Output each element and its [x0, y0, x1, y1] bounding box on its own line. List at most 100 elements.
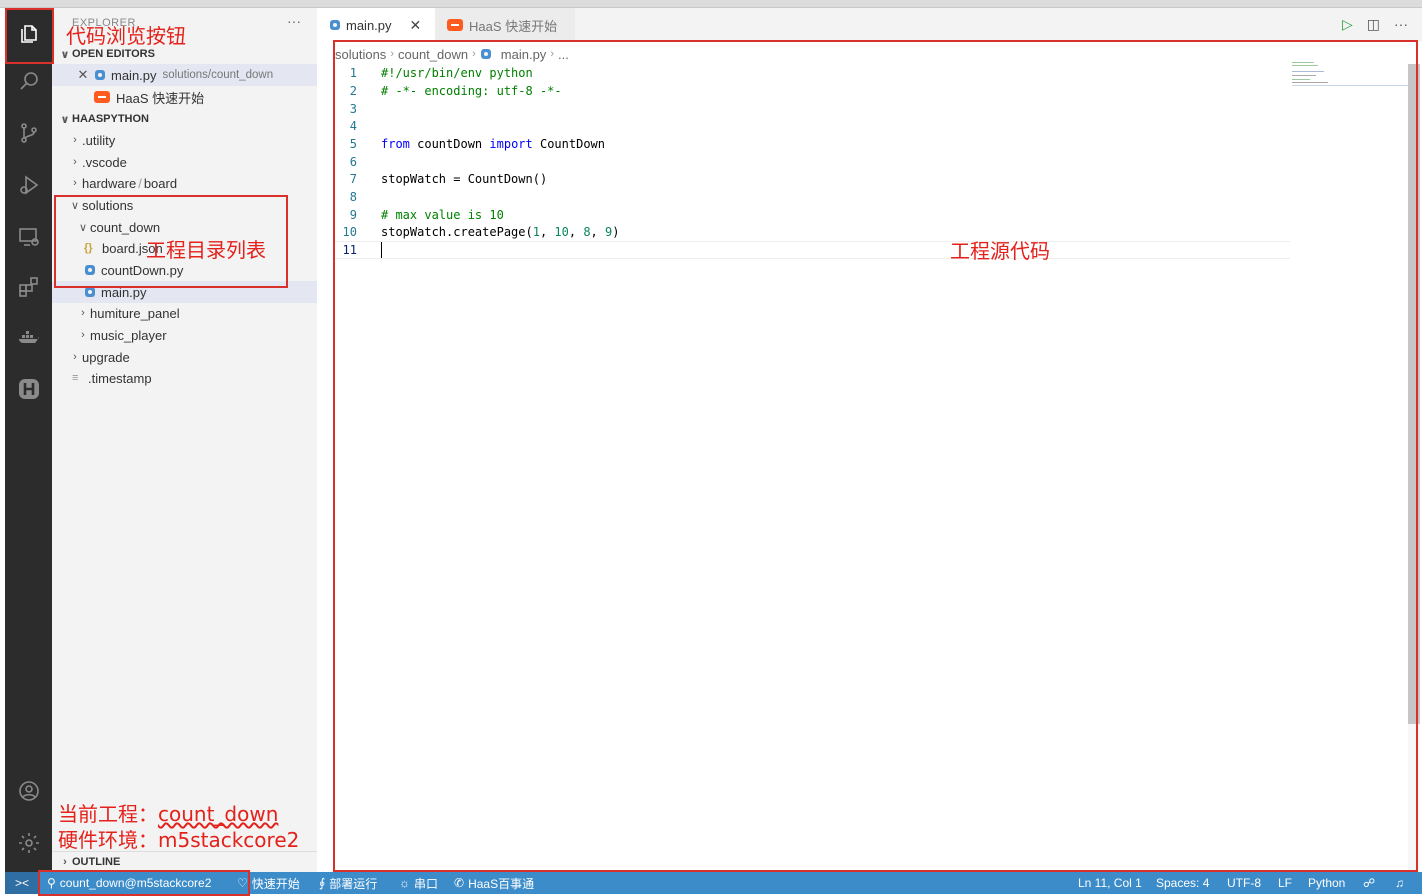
status-cursor-position[interactable]: Ln 11, Col 1: [1078, 872, 1142, 894]
chevron-right-icon: ›: [472, 48, 476, 60]
code-token: CountDown: [532, 137, 605, 151]
json-file-icon: {}: [84, 242, 93, 254]
feedback-icon[interactable]: ☍: [1363, 872, 1375, 894]
status-language[interactable]: Python: [1308, 872, 1345, 894]
annotation-current-project-prefix: 当前工程：: [58, 802, 158, 826]
tree-folder-solutions[interactable]: ∨ solutions: [52, 194, 317, 216]
status-encoding[interactable]: UTF-8: [1227, 872, 1261, 894]
gear-icon: [18, 833, 39, 853]
files-icon: [20, 25, 37, 43]
tree-label-2: board: [143, 175, 178, 191]
window-top-strip: [0, 0, 1422, 8]
tab-main-py[interactable]: main.py ✕: [317, 8, 435, 42]
line-number: 7: [349, 172, 357, 186]
tab-haas-quickstart[interactable]: HaaS 快速开始: [435, 8, 575, 42]
extensions-button[interactable]: [5, 264, 52, 310]
tree-folder-utility[interactable]: › .utility: [52, 129, 317, 151]
python-file-icon: [84, 264, 96, 276]
path-separator: /: [138, 175, 142, 191]
tree-folder-upgrade[interactable]: › upgrade: [52, 346, 317, 368]
open-editor-name: HaaS 快速开始: [116, 90, 205, 106]
code-text: from countDown import CountDown: [381, 137, 605, 151]
chevron-right-icon: ›: [81, 329, 85, 341]
annotation-hardware-value: m5stackcore2: [158, 828, 300, 852]
tree-label: hardware: [82, 175, 137, 191]
tree-file-main-py[interactable]: main.py: [52, 281, 317, 303]
status-eol[interactable]: LF: [1278, 872, 1292, 894]
run-debug-button[interactable]: [5, 162, 52, 208]
extensions-icon: [18, 277, 38, 297]
settings-button[interactable]: [5, 820, 52, 866]
breadcrumb-item[interactable]: ...: [558, 47, 569, 62]
tree-folder-music-player[interactable]: › music_player: [52, 324, 317, 346]
close-icon[interactable]: ✕: [76, 67, 90, 83]
more-icon[interactable]: ···: [1394, 16, 1408, 33]
status-serial[interactable]: ☼ 串口: [399, 872, 438, 894]
more-actions-button[interactable]: ···: [287, 13, 301, 29]
open-editor-main-py[interactable]: ✕ main.py solutions/count_down: [52, 64, 317, 86]
tree-folder-vscode[interactable]: › .vscode: [52, 151, 317, 173]
annotation-hardware: 硬件环境：m5stackcore2: [58, 824, 299, 853]
code-text: # max value is 10: [381, 208, 504, 222]
activity-bar: [5, 8, 52, 872]
tree-label: solutions: [82, 197, 134, 213]
close-icon[interactable]: ✕: [410, 17, 422, 34]
editor-scrollbar-thumb[interactable]: [1408, 64, 1420, 724]
open-editor-haas-quickstart[interactable]: HaaS 快速开始: [52, 86, 317, 108]
tree-label: main.py: [101, 284, 147, 300]
code-text: # -*- encoding: utf-8 -*-: [381, 84, 562, 98]
source-control-icon: [20, 123, 37, 143]
tree-folder-humiture-panel[interactable]: › humiture_panel: [52, 302, 317, 324]
breadcrumb-item[interactable]: solutions: [335, 47, 386, 62]
tree-label: .timestamp: [88, 370, 152, 386]
split-editor-icon[interactable]: ◫: [1367, 16, 1380, 33]
docker-button[interactable]: [5, 314, 52, 360]
minimap-line: [1292, 71, 1324, 72]
python-file-icon: [94, 69, 106, 81]
breadcrumb: solutions › count_down › main.py › ...: [335, 44, 569, 64]
number-literal: 10: [554, 225, 569, 239]
minimap-line: [1292, 79, 1310, 80]
line-number: 5: [349, 137, 357, 151]
line-number: 11: [342, 243, 357, 257]
status-deploy[interactable]: ∮ 部署运行: [319, 872, 377, 894]
status-haas-helper[interactable]: ✆ HaaS百事通: [454, 872, 534, 894]
remote-indicator[interactable]: ><: [5, 872, 39, 894]
tree-label: humiture_panel: [90, 305, 180, 321]
accounts-button[interactable]: [5, 768, 52, 814]
search-button[interactable]: [5, 58, 52, 104]
run-icon[interactable]: ▷: [1342, 16, 1353, 33]
tree-folder-hardware-board[interactable]: › hardware / board: [52, 172, 317, 194]
line-number: 3: [349, 102, 357, 116]
code-line: 8: [335, 188, 1290, 206]
haas-logo-icon: [94, 91, 110, 103]
haas-button[interactable]: [5, 366, 52, 412]
code-editor[interactable]: 1 #!/usr/bin/env python 2 # -*- encoding…: [335, 64, 1290, 864]
source-control-button[interactable]: [5, 110, 52, 156]
status-serial-label: 串口: [414, 876, 439, 891]
minimap[interactable]: [1292, 62, 1408, 92]
remote-explorer-button[interactable]: [5, 214, 52, 260]
line-number: 10: [342, 225, 357, 239]
chevron-right-icon: ›: [73, 134, 77, 146]
tree-file-timestamp[interactable]: ≡ .timestamp: [52, 367, 317, 389]
status-quickstart[interactable]: ♡ 快速开始: [237, 872, 300, 894]
minimap-line: [1292, 75, 1316, 76]
code-line-current: 11: [335, 241, 1290, 259]
status-deploy-label: 部署运行: [329, 876, 378, 891]
outline-section[interactable]: › OUTLINE: [52, 851, 317, 871]
explorer-button[interactable]: [5, 10, 52, 56]
breadcrumb-item[interactable]: main.py: [501, 47, 547, 62]
status-indentation[interactable]: Spaces: 4: [1156, 872, 1209, 894]
number-literal: 8: [583, 225, 591, 239]
annotation-current-project: 当前工程：count_down: [58, 798, 278, 827]
phone-icon: ✆: [454, 876, 465, 890]
plug-icon: ☼: [399, 876, 410, 890]
python-file-icon: [84, 286, 96, 298]
breadcrumb-item[interactable]: count_down: [398, 47, 468, 62]
bell-icon[interactable]: ♫: [1395, 872, 1404, 894]
project-section[interactable]: ∨ HAASPYTHON: [52, 109, 317, 129]
code-line: 1 #!/usr/bin/env python: [335, 64, 1290, 82]
status-project[interactable]: ⚲ count_down@m5stackcore2: [47, 872, 211, 894]
status-bar: >< ⚲ count_down@m5stackcore2 ♡ 快速开始 ∮ 部署…: [5, 872, 1422, 894]
